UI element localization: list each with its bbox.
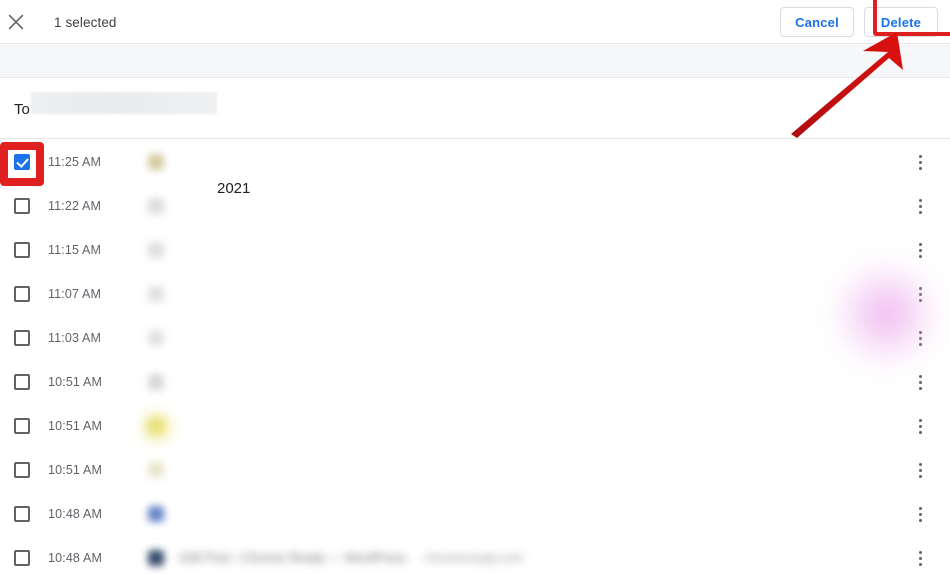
date-prefix-label: To: [14, 100, 30, 118]
history-row[interactable]: 10:48 AM Edit Post ‹ Chrome Ready — WordP…: [0, 536, 950, 574]
row-favicon: [148, 550, 164, 566]
row-timestamp: 11:07 AM: [48, 287, 102, 301]
row-more-vert-icon[interactable]: [910, 360, 930, 404]
row-favicon: [148, 154, 164, 170]
row-timestamp: 10:51 AM: [48, 375, 103, 389]
row-more-vert-icon[interactable]: [910, 228, 930, 272]
row-more-vert-icon[interactable]: [910, 140, 930, 184]
row-timestamp: 10:48 AM: [48, 551, 103, 565]
row-content[interactable]: [180, 404, 198, 448]
row-content[interactable]: [180, 228, 198, 272]
row-favicon: [148, 506, 164, 522]
row-content[interactable]: [180, 316, 198, 360]
delete-button[interactable]: Delete: [864, 7, 938, 37]
row-title: Edit Post ‹ Chrome Ready — WordPress: [180, 551, 407, 565]
history-row[interactable]: 10:51 AM: [0, 448, 950, 492]
history-row[interactable]: 11:15 AM: [0, 228, 950, 272]
row-timestamp: 11:22 AM: [48, 199, 102, 213]
toolbar-shadow-band: [0, 45, 950, 78]
row-timestamp: 10:51 AM: [48, 463, 103, 477]
row-checkbox-2[interactable]: [14, 242, 30, 258]
row-checkbox-1[interactable]: [14, 198, 30, 214]
date-redacted-region: [31, 92, 217, 114]
history-row[interactable]: 11:03 AM: [0, 316, 950, 360]
history-row[interactable]: 10:48 AM: [0, 492, 950, 536]
row-favicon: [148, 462, 164, 478]
history-row[interactable]: 11:07 AM: [0, 272, 950, 316]
row-favicon: [148, 242, 164, 258]
row-more-vert-icon[interactable]: [910, 184, 930, 228]
history-entry-list[interactable]: 11:25 AM 11:22 AM 11:15 AM 11:07 AM 11:03 AM…: [0, 140, 950, 574]
row-favicon: [148, 418, 164, 434]
row-more-vert-icon[interactable]: [910, 404, 930, 448]
row-favicon: [148, 286, 164, 302]
row-more-vert-icon[interactable]: [910, 492, 930, 536]
row-checkbox-5[interactable]: [14, 374, 30, 390]
row-url: chromeready.com: [424, 551, 524, 565]
row-checkbox-7[interactable]: [14, 462, 30, 478]
history-row[interactable]: 11:25 AM: [0, 140, 950, 184]
history-row[interactable]: 10:51 AM: [0, 404, 950, 448]
row-checkbox-6[interactable]: [14, 418, 30, 434]
row-content[interactable]: Edit Post ‹ Chrome Ready — WordPress chro…: [180, 536, 523, 574]
row-checkbox-4[interactable]: [14, 330, 30, 346]
row-content[interactable]: [180, 184, 198, 228]
selection-toolbar: 1 selected Cancel Delete: [0, 0, 950, 44]
row-timestamp: 10:48 AM: [48, 507, 103, 521]
row-favicon: [148, 198, 164, 214]
row-more-vert-icon[interactable]: [910, 536, 930, 574]
toolbar-actions: Cancel Delete: [780, 0, 938, 44]
row-more-vert-icon[interactable]: [910, 316, 930, 360]
row-favicon: [148, 374, 164, 390]
row-checkbox-9[interactable]: [14, 550, 30, 566]
history-row[interactable]: 10:51 AM: [0, 360, 950, 404]
row-content[interactable]: [180, 272, 198, 316]
row-content[interactable]: [180, 140, 198, 184]
row-timestamp: 11:25 AM: [48, 155, 102, 169]
close-icon[interactable]: [0, 6, 32, 38]
history-row[interactable]: 11:22 AM: [0, 184, 950, 228]
row-timestamp: 10:51 AM: [48, 419, 103, 433]
history-selection-screen: 1 selected Cancel Delete To 2021 11:25 A…: [0, 0, 950, 574]
row-content[interactable]: [180, 448, 198, 492]
row-checkbox-0[interactable]: [14, 154, 30, 170]
selection-count-label: 1 selected: [54, 14, 117, 30]
row-content[interactable]: [180, 360, 198, 404]
row-checkbox-3[interactable]: [14, 286, 30, 302]
row-favicon: [148, 330, 164, 346]
row-timestamp: 11:03 AM: [48, 331, 102, 345]
row-more-vert-icon[interactable]: [910, 272, 930, 316]
row-content[interactable]: [180, 492, 198, 536]
row-more-vert-icon[interactable]: [910, 448, 930, 492]
row-timestamp: 11:15 AM: [48, 243, 102, 257]
row-checkbox-8[interactable]: [14, 506, 30, 522]
cancel-button[interactable]: Cancel: [780, 7, 854, 37]
